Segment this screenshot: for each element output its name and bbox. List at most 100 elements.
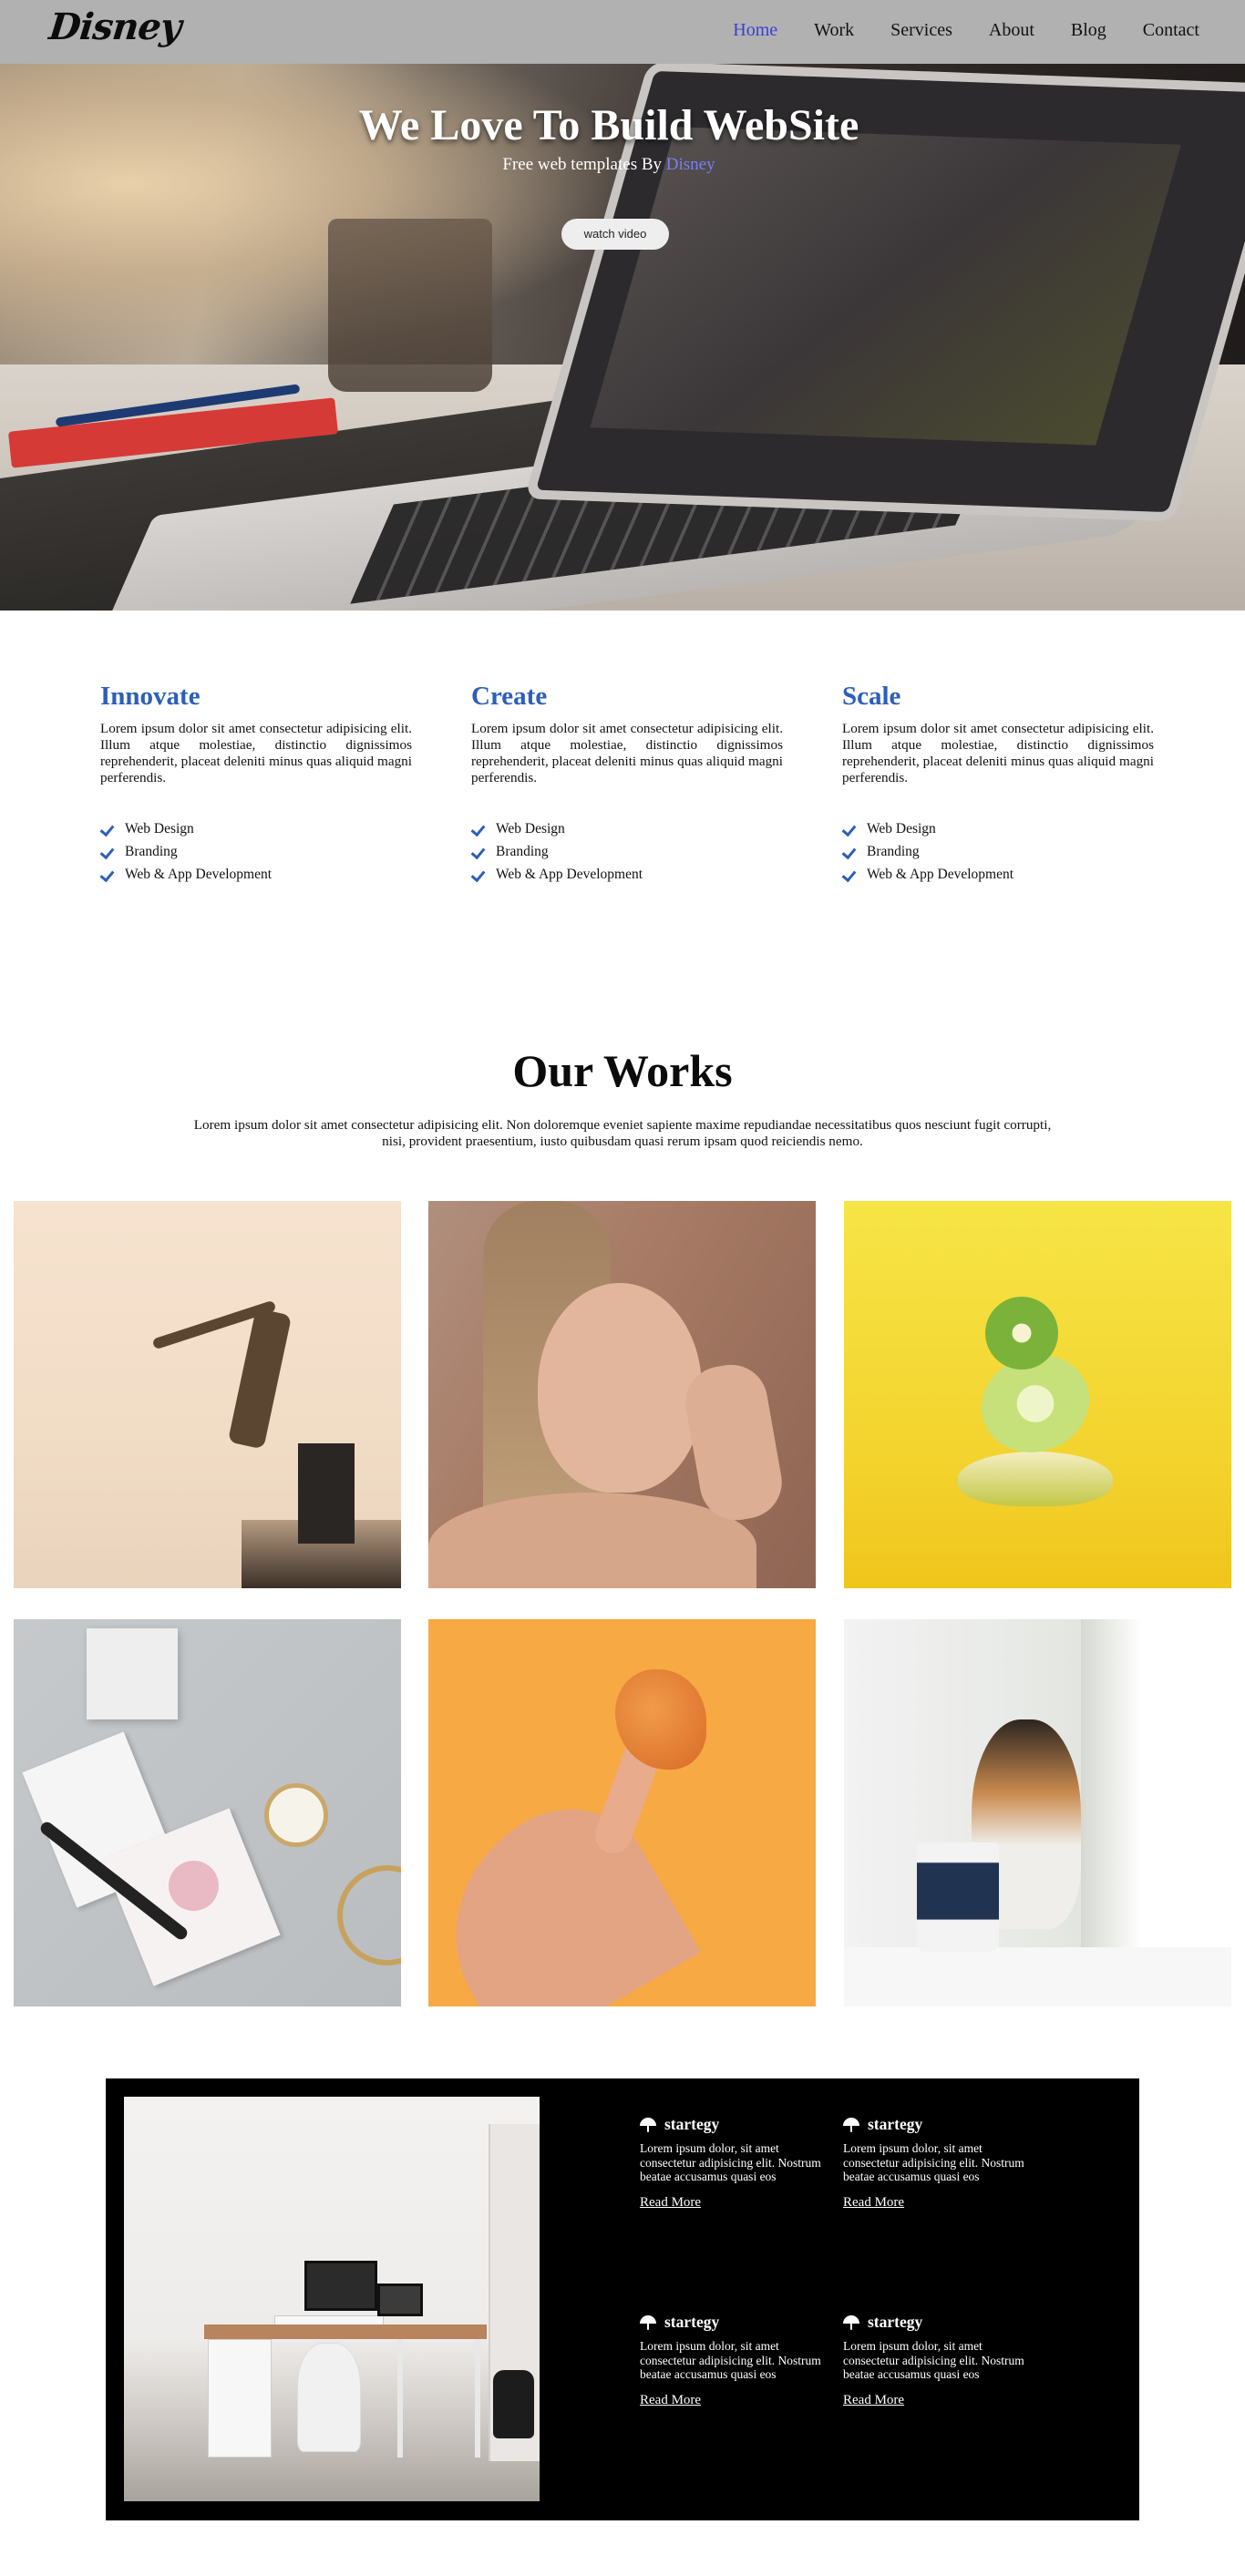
pink-circle-shape bbox=[169, 1861, 219, 1911]
hero-subtitle-brand[interactable]: Disney bbox=[666, 155, 715, 174]
top-navbar: Disney Home Work Services About Blog Con… bbox=[0, 0, 1245, 64]
strategy-title-text: startegy bbox=[664, 2313, 720, 2331]
strategy-title: startegy bbox=[843, 2313, 1030, 2332]
list-item-label: Web & App Development bbox=[496, 867, 643, 882]
trunk-shape bbox=[227, 1308, 293, 1450]
laptop-shape bbox=[377, 2284, 423, 2316]
list-item: Branding bbox=[842, 840, 1154, 863]
umbrella-icon bbox=[843, 2117, 861, 2133]
desk-leg-shape bbox=[475, 2339, 480, 2458]
read-more-link[interactable]: Read More bbox=[843, 2195, 904, 2211]
feature-scale: Scale Lorem ipsum dolor sit amet consect… bbox=[842, 682, 1154, 886]
hero-subtitle: Free web templates By Disney bbox=[0, 155, 1218, 175]
read-more-link[interactable]: Read More bbox=[640, 2393, 701, 2408]
strategy-title: startegy bbox=[640, 2115, 827, 2134]
list-item-label: Branding bbox=[125, 844, 178, 859]
hero-subtitle-text: Free web templates By bbox=[502, 155, 666, 174]
nav-link-home[interactable]: Home bbox=[733, 20, 777, 41]
strategy-text: Lorem ipsum dolor, sit amet consectetur … bbox=[640, 2339, 821, 2381]
office-desk-image bbox=[124, 2097, 540, 2501]
read-more-link[interactable]: Read More bbox=[843, 2393, 904, 2408]
works-description: Lorem ipsum dolor sit amet consectetur a… bbox=[193, 1117, 1052, 1149]
strategy-section: startegy Lorem ipsum dolor, sit amet con… bbox=[106, 2078, 1139, 2520]
nav-link-work[interactable]: Work bbox=[814, 20, 854, 41]
nav-links: Home Work Services About Blog Contact bbox=[733, 20, 1199, 41]
cup-shape bbox=[917, 1842, 999, 1952]
pot-shape bbox=[298, 1443, 355, 1544]
hand-shape bbox=[428, 1778, 701, 2006]
face-shape bbox=[538, 1283, 702, 1493]
list-item: Web Design bbox=[100, 817, 412, 840]
chair-shape bbox=[297, 2343, 361, 2452]
check-icon bbox=[842, 868, 859, 881]
umbrella-icon bbox=[640, 2117, 658, 2133]
feature-title: Scale bbox=[842, 682, 901, 711]
desk-flatlay-watch-image[interactable] bbox=[14, 1619, 401, 2006]
nav-link-about[interactable]: About bbox=[989, 20, 1034, 41]
strategy-text: Lorem ipsum dolor, sit amet consectetur … bbox=[640, 2141, 821, 2183]
sill-shape bbox=[844, 1947, 1231, 2006]
read-more-link[interactable]: Read More bbox=[640, 2195, 701, 2211]
list-item-label: Web Design bbox=[125, 821, 194, 836]
nav-link-contact[interactable]: Contact bbox=[1143, 20, 1199, 41]
strategy-block: startegy Lorem ipsum dolor, sit amet con… bbox=[640, 2313, 827, 2408]
list-item-label: Web Design bbox=[867, 821, 936, 836]
kiwi-lime-pear-image[interactable] bbox=[844, 1201, 1231, 1588]
list-item: Web Design bbox=[842, 817, 1154, 840]
check-icon bbox=[842, 846, 859, 858]
works-title: Our Works bbox=[512, 1045, 733, 1096]
feature-title: Create bbox=[471, 682, 548, 711]
list-item-label: Branding bbox=[496, 844, 549, 859]
feature-innovate: Innovate Lorem ipsum dolor sit amet cons… bbox=[100, 682, 412, 886]
strategy-title: startegy bbox=[843, 2115, 1030, 2134]
check-icon bbox=[471, 823, 488, 836]
strategy-title-text: startegy bbox=[664, 2115, 720, 2133]
shoulder-shape bbox=[428, 1493, 756, 1588]
woman-portrait-image[interactable] bbox=[428, 1201, 816, 1588]
strategy-block: startegy Lorem ipsum dolor, sit amet con… bbox=[640, 2115, 827, 2211]
watch-video-button[interactable]: watch video bbox=[561, 219, 669, 250]
feature-list: Web Design Branding Web & App Developmen… bbox=[842, 817, 1154, 886]
desk-top-shape bbox=[204, 2325, 487, 2339]
hero-pencil-cup bbox=[328, 219, 492, 392]
list-item-label: Web & App Development bbox=[125, 867, 273, 882]
desk-leg-shape bbox=[397, 2339, 403, 2458]
feature-list: Web Design Branding Web & App Developmen… bbox=[100, 817, 412, 886]
watch-shape bbox=[264, 1783, 328, 1847]
strategy-title-text: startegy bbox=[868, 2313, 923, 2331]
list-item: Web & App Development bbox=[471, 863, 783, 886]
check-icon bbox=[471, 846, 488, 858]
hand-nugget-image[interactable] bbox=[428, 1619, 816, 2006]
logo[interactable]: Disney bbox=[47, 5, 183, 48]
strategy-text: Lorem ipsum dolor, sit amet consectetur … bbox=[843, 2339, 1024, 2381]
feature-text: Lorem ipsum dolor sit amet consectetur a… bbox=[842, 721, 1154, 785]
strategy-block: startegy Lorem ipsum dolor, sit amet con… bbox=[843, 2313, 1030, 2408]
list-item-label: Web & App Development bbox=[867, 867, 1014, 882]
list-item: Branding bbox=[100, 840, 412, 863]
strategy-text: Lorem ipsum dolor, sit amet consectetur … bbox=[843, 2141, 1024, 2183]
check-icon bbox=[471, 868, 488, 881]
list-item-label: Branding bbox=[867, 844, 920, 859]
strategy-title: startegy bbox=[640, 2313, 827, 2332]
feature-text: Lorem ipsum dolor sit amet consectetur a… bbox=[100, 721, 412, 785]
pear-shape bbox=[958, 1452, 1113, 1506]
feature-title: Innovate bbox=[100, 682, 201, 711]
strategy-title-text: startegy bbox=[868, 2115, 923, 2133]
backpack-shape bbox=[493, 2370, 534, 2438]
kiwi-shape bbox=[985, 1297, 1058, 1370]
umbrella-icon bbox=[843, 2314, 861, 2331]
strategy-block: startegy Lorem ipsum dolor, sit amet con… bbox=[843, 2115, 1030, 2211]
drawers-shape bbox=[208, 2339, 272, 2458]
nav-link-services[interactable]: Services bbox=[890, 20, 952, 41]
monitor-shape bbox=[304, 2261, 377, 2311]
feature-create: Create Lorem ipsum dolor sit amet consec… bbox=[471, 682, 783, 886]
check-icon bbox=[100, 823, 117, 836]
nav-link-blog[interactable]: Blog bbox=[1071, 20, 1106, 41]
umbrella-icon bbox=[640, 2314, 658, 2331]
feature-list: Web Design Branding Web & App Developmen… bbox=[471, 817, 783, 886]
list-item: Web Design bbox=[471, 817, 783, 840]
cat-window-image[interactable] bbox=[844, 1619, 1231, 2006]
bracelet-shape bbox=[337, 1865, 401, 1965]
bonsai-tree-image[interactable] bbox=[14, 1201, 401, 1588]
list-item: Branding bbox=[471, 840, 783, 863]
